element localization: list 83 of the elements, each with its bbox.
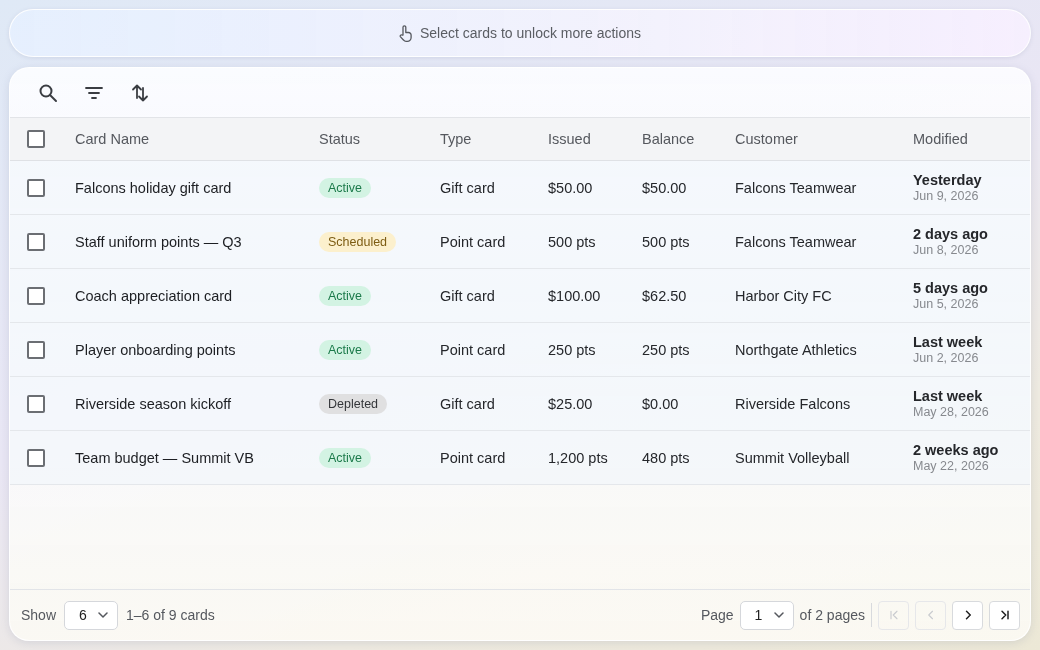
row-checkbox[interactable] (27, 340, 45, 359)
tap-hand-icon (399, 24, 413, 42)
range-text: 1–6 of 9 cards (126, 607, 215, 623)
balance-text: $62.50 (642, 287, 687, 304)
card-type-text: Point card (440, 233, 506, 250)
issued-amount-text: $100.00 (548, 287, 601, 304)
show-label: Show (21, 607, 57, 623)
row-checkbox[interactable] (27, 232, 45, 251)
issued-amount-text: $50.00 (548, 179, 593, 196)
modified-date-text: Jun 5, 2026 (913, 297, 980, 311)
select-all-checkbox[interactable] (27, 130, 45, 148)
modified-date-text: May 28, 2026 (913, 405, 990, 419)
row-checkbox[interactable] (27, 448, 45, 467)
card-name-text: Riverside season kickoff (75, 395, 232, 412)
customer-text: Falcons Teamwear (735, 179, 857, 196)
page-total-text: of 2 pages (799, 607, 865, 623)
row-checkbox[interactable] (27, 178, 45, 197)
modified-date-text: Jun 2, 2026 (913, 351, 980, 365)
chevron-down-icon (98, 612, 109, 618)
modified-relative-text: Yesterday (913, 172, 983, 188)
issued-amount-text: 1,200 pts (548, 449, 608, 466)
card-name-text: Coach appreciation card (75, 287, 233, 304)
balance-text: 480 pts (642, 449, 690, 466)
customer-text: Summit Volleyball (735, 449, 850, 466)
modified-relative-text: Last week (913, 388, 984, 404)
customer-text: Harbor City FC (735, 287, 832, 304)
table-row[interactable]: Staff uniform points — Q3 Scheduled Point card 500 pts 500 pts Falcons Teamwear 2 days ago Jun 8, 2026 (10, 215, 1030, 269)
card-type-text: Point card (440, 341, 506, 358)
card-name-text: Team budget — Summit VB (75, 449, 254, 466)
card-name-text: Player onboarding points (75, 341, 236, 358)
table-row[interactable]: Player onboarding points Active Point card 250 pts 250 pts Northgate Athletics Last week Jun 2, 2026 (10, 323, 1030, 377)
bar-chevron-left-icon (887, 609, 900, 621)
column-header[interactable]: Modified (913, 131, 968, 147)
card-name-text: Staff uniform points — Q3 (75, 233, 242, 250)
table-row[interactable]: Falcons holiday gift card Active Gift card $50.00 $50.00 Falcons Teamwear Yesterday Jun 9, 2026 (10, 161, 1030, 215)
modified-date-text: May 22, 2026 (913, 459, 990, 473)
status-badge: Active (319, 447, 372, 468)
chevron-bar-right-icon (998, 609, 1011, 621)
card-type-text: Point card (440, 449, 506, 466)
modified-relative-text: 2 days ago (913, 226, 989, 242)
table-row[interactable]: Team budget — Summit VB Active Point card 1,200 pts 480 pts Summit Volleyball 2 weeks ago May 22, 2026 (10, 431, 1030, 485)
modified-date-text: Jun 8, 2026 (913, 243, 980, 257)
column-header[interactable]: Status (319, 131, 361, 147)
column-header[interactable]: Balance (642, 131, 695, 147)
status-badge: Active (319, 177, 372, 198)
card-type-text: Gift card (440, 179, 495, 196)
status-badge: Scheduled (319, 231, 397, 252)
balance-text: 500 pts (642, 233, 690, 250)
issued-amount-text: 250 pts (548, 341, 596, 358)
page-label: Page (700, 607, 734, 623)
last-page-button[interactable] (989, 600, 1020, 630)
customer-text: Riverside Falcons (735, 395, 851, 412)
row-checkbox[interactable] (27, 286, 45, 305)
card-name-text: Falcons holiday gift card (75, 179, 232, 196)
status-badge: Active (319, 339, 372, 360)
up-down-arrows-icon (130, 82, 150, 103)
balance-text: $50.00 (642, 179, 687, 196)
issued-amount-text: $25.00 (548, 395, 593, 412)
modified-relative-text: 5 days ago (913, 280, 989, 296)
card-type-text: Gift card (440, 395, 495, 412)
selection-hint-text: Select cards to unlock more actions (420, 25, 641, 41)
modified-date-text: Jun 9, 2026 (913, 189, 980, 203)
search-icon (38, 82, 58, 103)
card-type-text: Gift card (440, 287, 495, 304)
page-size-select[interactable]: 6 (64, 600, 119, 630)
column-header[interactable]: Card Name (75, 131, 150, 147)
table-row[interactable]: Riverside season kickoff Depleted Gift card $25.00 $0.00 Riverside Falcons Last week May 28, 2026 (10, 377, 1030, 431)
modified-relative-text: 2 weeks ago (913, 442, 1000, 458)
column-header[interactable]: Type (440, 131, 472, 147)
table-row[interactable]: Coach appreciation card Active Gift card $100.00 $62.50 Harbor City FC 5 days ago Jun 5, 2026 (10, 269, 1030, 323)
modified-relative-text: Last week (913, 334, 984, 350)
status-badge: Active (319, 285, 372, 306)
chevron-down-icon (773, 612, 784, 618)
balance-text: $0.00 (642, 395, 679, 412)
customer-text: Northgate Athletics (735, 341, 857, 358)
row-checkbox[interactable] (27, 394, 45, 413)
column-header[interactable]: Customer (735, 131, 798, 147)
status-badge: Depleted (319, 393, 388, 414)
balance-text: 250 pts (642, 341, 690, 358)
page-select[interactable]: 1 (739, 600, 794, 630)
customer-text: Falcons Teamwear (735, 233, 857, 250)
issued-amount-text: 500 pts (548, 233, 596, 250)
column-header[interactable]: Issued (548, 131, 591, 147)
